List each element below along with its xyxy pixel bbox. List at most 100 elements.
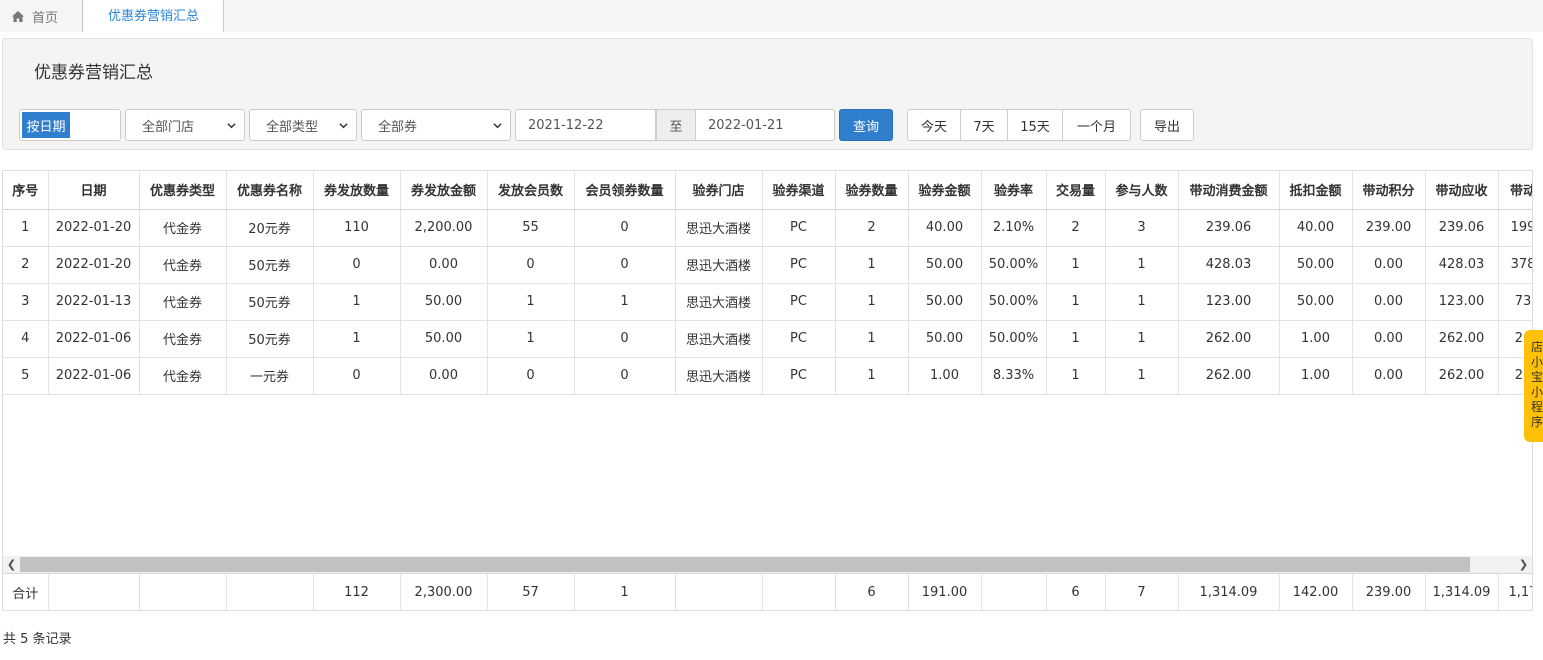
table-cell: 40.00 bbox=[908, 209, 982, 247]
start-date-input[interactable]: 2021-12-22 bbox=[515, 109, 656, 141]
total-cell: 142.00 bbox=[1279, 573, 1353, 610]
coupon-select[interactable]: 全部券 bbox=[361, 109, 511, 141]
total-cell: 1,314.09 bbox=[1425, 573, 1499, 610]
column-header[interactable]: 带动积分 bbox=[1352, 171, 1426, 210]
table-cell: 20元券 bbox=[226, 209, 314, 247]
column-header[interactable]: 交易量 bbox=[1046, 171, 1106, 210]
column-header[interactable]: 验券数量 bbox=[835, 171, 909, 210]
table-cell: PC bbox=[762, 357, 836, 395]
table-cell: 50.00 bbox=[400, 320, 488, 358]
column-header[interactable]: 验券门店 bbox=[675, 171, 763, 210]
date-toggle-switch[interactable]: 按日期 bbox=[19, 109, 121, 141]
table-cell: 50元券 bbox=[226, 246, 314, 284]
column-header[interactable]: 验券渠道 bbox=[762, 171, 836, 210]
column-header[interactable]: 券发放数量 bbox=[313, 171, 401, 210]
column-header[interactable]: 验券率 bbox=[981, 171, 1047, 210]
table-cell: 代金券 bbox=[139, 246, 227, 284]
data-grid: 序号 日期 优惠券类型 优惠券名称 券发放数量 券发放金额 发放会员数 会员领券数量 验券门店验… bbox=[2, 170, 1533, 611]
table-cell: 2022-01-20 bbox=[48, 246, 140, 284]
mini-program-widget[interactable]: 店小宝小程序 bbox=[1524, 330, 1543, 442]
tab-home[interactable]: 首页 bbox=[0, 0, 83, 32]
table-cell: 0.00 bbox=[1352, 246, 1426, 284]
column-header[interactable]: 序号 bbox=[3, 171, 49, 210]
table-cell: 2.10% bbox=[981, 209, 1047, 247]
tab-coupon-summary-label: 优惠券营销汇总 bbox=[107, 8, 199, 24]
column-header[interactable]: 带动 bbox=[1498, 171, 1532, 210]
total-cell: 191.00 bbox=[908, 573, 982, 610]
store-select[interactable]: 全部门店 bbox=[125, 109, 245, 141]
table-row[interactable]: 5 2022-01-06 代金券 一元券 0 0.00 0 0 思迅大酒楼 PC 1 1.00 8.33… bbox=[3, 357, 1532, 395]
table-cell: 239.06 bbox=[1425, 209, 1499, 247]
table-cell: 2022-01-06 bbox=[48, 357, 140, 395]
column-header[interactable]: 带动应收 bbox=[1425, 171, 1499, 210]
range-15days-button[interactable]: 15天 bbox=[1008, 110, 1063, 140]
table-cell: 1 bbox=[1105, 246, 1179, 284]
type-select[interactable]: 全部类型 bbox=[249, 109, 357, 141]
scroll-left-icon[interactable]: ❮ bbox=[3, 556, 20, 573]
column-header[interactable]: 验券金额 bbox=[908, 171, 982, 210]
widget-char: 小 bbox=[1530, 385, 1543, 399]
column-header[interactable]: 优惠券类型 bbox=[139, 171, 227, 210]
total-cell bbox=[139, 573, 227, 610]
table-cell: 123.00 bbox=[1425, 283, 1499, 321]
table-cell: 3 bbox=[1105, 209, 1179, 247]
scrollbar-thumb[interactable] bbox=[20, 557, 1470, 572]
table-cell: 代金券 bbox=[139, 283, 227, 321]
table-cell: PC bbox=[762, 283, 836, 321]
end-date-input[interactable]: 2022-01-21 bbox=[695, 109, 835, 141]
table-cell: 代金券 bbox=[139, 209, 227, 247]
table-cell: 0.00 bbox=[1352, 320, 1426, 358]
table-row[interactable]: 1 2022-01-20 代金券 20元券 110 2,200.00 55 0 思迅大酒楼 PC 2… bbox=[3, 209, 1532, 247]
table-cell: 50.00 bbox=[908, 283, 982, 321]
total-cell bbox=[226, 573, 314, 610]
column-header[interactable]: 日期 bbox=[48, 171, 140, 210]
table-cell: 1 bbox=[574, 283, 676, 321]
table-cell: 思迅大酒楼 bbox=[675, 320, 763, 358]
table-cell: 123.00 bbox=[1178, 283, 1280, 321]
table-cell: 1.00 bbox=[1279, 320, 1353, 358]
type-select-value: 全部类型 bbox=[266, 119, 319, 135]
tab-bar: 首页 优惠券营销汇总 bbox=[0, 0, 1543, 32]
column-header[interactable]: 优惠券名称 bbox=[226, 171, 314, 210]
table-cell: 428.03 bbox=[1178, 246, 1280, 284]
column-header[interactable]: 带动消费金额 bbox=[1178, 171, 1280, 210]
table-cell: 2 bbox=[3, 246, 49, 284]
table-cell: 0 bbox=[574, 209, 676, 247]
table-cell: 2 bbox=[1046, 209, 1106, 247]
range-7days-button[interactable]: 7天 bbox=[961, 110, 1008, 140]
table-cell: 378 bbox=[1498, 246, 1532, 284]
table-row[interactable]: 4 2022-01-06 代金券 50元券 1 50.00 1 0 思迅大酒楼 PC 1 50.00 5… bbox=[3, 320, 1532, 358]
table-cell: 1.00 bbox=[908, 357, 982, 395]
column-header[interactable]: 会员领券数量 bbox=[574, 171, 676, 210]
table-total-row: 合计 112 2,300.00 57 1 6 191.00 6 7 1,314.09 142.00 2… bbox=[3, 573, 1532, 610]
range-month-button[interactable]: 一个月 bbox=[1063, 110, 1130, 140]
column-header[interactable]: 参与人数 bbox=[1105, 171, 1179, 210]
column-header[interactable]: 抵扣金额 bbox=[1279, 171, 1353, 210]
table-cell: 50元券 bbox=[226, 320, 314, 358]
quick-range-group: 今天 7天 15天 一个月 bbox=[907, 109, 1131, 141]
chevron-down-icon bbox=[493, 122, 502, 128]
table-cell: 0 bbox=[313, 357, 401, 395]
table-cell: 0.00 bbox=[400, 246, 488, 284]
table-row[interactable]: 3 2022-01-13 代金券 50元券 1 50.00 1 1 思迅大酒楼 PC 1 50.00 5… bbox=[3, 283, 1532, 321]
scroll-right-icon[interactable]: ❯ bbox=[1515, 556, 1532, 573]
range-today-button[interactable]: 今天 bbox=[908, 110, 961, 140]
table-cell: 50.00% bbox=[981, 320, 1047, 358]
horizontal-scrollbar[interactable]: ❮ ❯ bbox=[3, 556, 1532, 573]
table-cell: 1 bbox=[1105, 357, 1179, 395]
table-cell: 50.00% bbox=[981, 246, 1047, 284]
query-button[interactable]: 查询 bbox=[839, 109, 893, 141]
table-cell: 1 bbox=[1046, 357, 1106, 395]
tab-coupon-summary[interactable]: 优惠券营销汇总 bbox=[84, 0, 224, 32]
table-cell: 思迅大酒楼 bbox=[675, 283, 763, 321]
column-header[interactable]: 发放会员数 bbox=[487, 171, 575, 210]
table-cell: 199 bbox=[1498, 209, 1532, 247]
table-row[interactable]: 2 2022-01-20 代金券 50元券 0 0.00 0 0 思迅大酒楼 PC 1 50.00 50… bbox=[3, 246, 1532, 284]
widget-char: 序 bbox=[1530, 415, 1543, 429]
export-button[interactable]: 导出 bbox=[1140, 109, 1194, 141]
start-date-value: 2021-12-22 bbox=[528, 117, 604, 133]
column-header[interactable]: 券发放金额 bbox=[400, 171, 488, 210]
filter-panel: 优惠券营销汇总 按日期 全部门店 全部类型 全部券 2021-12-22 至 2… bbox=[2, 38, 1533, 150]
table-cell: 50.00 bbox=[400, 283, 488, 321]
table-cell: 代金券 bbox=[139, 320, 227, 358]
